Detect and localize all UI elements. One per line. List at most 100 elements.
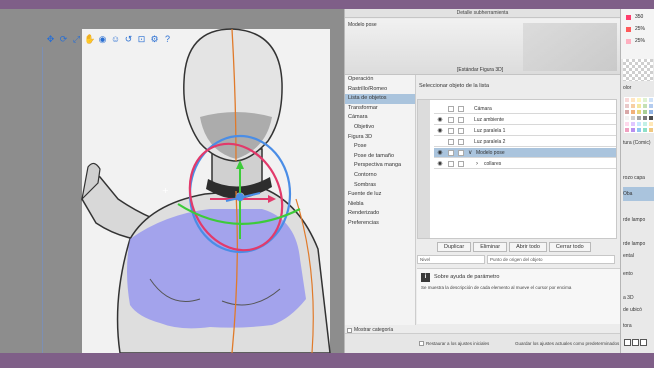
close-all-button[interactable]: Cerrar todo <box>548 242 591 252</box>
row-checkbox[interactable] <box>458 139 464 145</box>
row-checkbox[interactable] <box>458 150 464 156</box>
panel-label: ental <box>623 253 634 259</box>
nav-item[interactable]: Renderizado <box>345 209 415 219</box>
row-checkbox[interactable] <box>448 150 454 156</box>
object-list-row[interactable]: ◉ Luz paralela 1 <box>434 126 616 136</box>
duplicate-button[interactable]: Duplicar <box>437 242 472 252</box>
select-row: Nivel Punto de origen del objeto <box>417 255 621 265</box>
color-swatch[interactable] <box>626 27 631 32</box>
preview-caption: [Estándar Figura 3D] <box>457 67 504 73</box>
visibility-eye-icon[interactable]: ◉ <box>436 159 444 169</box>
object-origin-select[interactable]: Punto de origen del objeto <box>487 255 615 264</box>
nav-item[interactable]: Preferencias <box>345 219 415 229</box>
row-checkbox[interactable] <box>448 117 454 123</box>
preview-thumbnail <box>523 23 617 71</box>
list-button-row: Duplicar Eliminar Abrir todo Cerrar todo <box>437 242 591 252</box>
color-swatch[interactable] <box>626 15 631 20</box>
panel-label: rde lampo <box>623 217 646 223</box>
color-palette <box>624 97 654 133</box>
object-row-label: Cámara <box>474 106 492 112</box>
window-top-bar <box>0 0 654 9</box>
3d-figure-viewport[interactable]: + <box>0 9 344 353</box>
row-checkbox[interactable] <box>448 106 454 112</box>
color-value: 350 <box>635 14 644 20</box>
nav-item[interactable]: Niebla <box>345 200 415 210</box>
nav-item[interactable]: Transformar <box>345 104 415 114</box>
nav-item[interactable]: Figura 3D <box>345 133 415 143</box>
panel-label: tora <box>623 323 632 329</box>
nav-item[interactable]: Fuente de luz <box>345 190 415 200</box>
delete-button[interactable]: Eliminar <box>473 242 508 252</box>
panel-label: olor <box>623 85 632 91</box>
row-checkbox[interactable] <box>448 128 454 134</box>
help-title: Sobre ayuda de parámetro <box>434 274 500 280</box>
nav-item[interactable]: Sombras <box>345 181 415 191</box>
gizmo-center <box>236 193 244 201</box>
object-list-row[interactable]: ◉ Luz ambiente <box>434 115 616 125</box>
row-checkbox[interactable] <box>448 139 454 145</box>
object-list-row[interactable]: Cámara <box>434 104 616 114</box>
object-list-row[interactable]: ◉ › collares <box>434 159 616 169</box>
canvas-area[interactable]: ✥ ⟳ ⤢ ✋ ◉ ☺ ↺ ⊡ ⚙? + <box>0 9 344 353</box>
window-bottom-bar <box>0 353 654 368</box>
save-defaults-link[interactable]: Guardar los ajustes actuales como predet… <box>515 341 619 346</box>
category-nav: Operación Rastrillo/Romeo Lista de objetos… <box>345 75 416 325</box>
object-list-header: Seleccionar objeto de la lista <box>419 83 490 89</box>
visibility-eye-icon[interactable]: ◉ <box>436 148 444 158</box>
preview-label: Modelo pose <box>348 22 377 28</box>
row-checkbox[interactable] <box>458 161 464 167</box>
delete-layer-icon[interactable] <box>632 339 639 346</box>
object-row-label: Luz paralela 1 <box>474 128 506 134</box>
canvas-crosshair: + <box>162 186 169 195</box>
object-list: Cámara ◉ Luz ambiente ◉ Luz paralela 1 Luz pa… <box>417 99 617 239</box>
row-checkbox[interactable] <box>458 128 464 134</box>
level-select[interactable]: Nivel <box>417 255 485 264</box>
list-gutter <box>418 100 430 238</box>
panel-footer: Restaurar a los ajustes iniciales Guarda… <box>345 333 621 353</box>
nav-item[interactable]: Lista de objetos <box>345 94 415 104</box>
row-checkbox[interactable] <box>448 161 454 167</box>
object-list-row[interactable]: Luz paralela 2 <box>434 137 616 147</box>
panel-label: rozo capa <box>623 175 645 181</box>
model-preview: Modelo pose [Estándar Figura 3D] <box>345 19 621 75</box>
show-category-checkbox[interactable] <box>347 327 352 333</box>
panel-label: rde lampo <box>623 241 646 247</box>
transparency-preview <box>623 59 653 81</box>
new-layer-icon[interactable] <box>624 339 631 346</box>
panel-label: ento <box>623 271 633 277</box>
restore-defaults-toggle[interactable]: Restaurar a los ajustes iniciales <box>419 341 489 346</box>
open-all-button[interactable]: Abrir todo <box>509 242 547 252</box>
color-swatch[interactable] <box>626 39 631 44</box>
nav-item[interactable]: Perspectiva manga <box>345 161 415 171</box>
folder-icon[interactable] <box>640 339 647 346</box>
nav-item[interactable]: Objetivo <box>345 123 415 133</box>
expand-arrow-icon[interactable]: ∨ <box>468 148 472 158</box>
info-icon: i <box>421 273 430 282</box>
layer-actions <box>624 339 647 346</box>
object-list-section: Seleccionar objeto de la lista Cámara ◉ Lu… <box>417 75 621 325</box>
object-row-label: Luz paralela 2 <box>474 139 506 145</box>
panel-label: Oba <box>623 191 633 197</box>
color-panel: 350 25% 25% olor tura (Comic) rozo capa Oba rd… <box>620 9 654 353</box>
nav-item[interactable]: Pose de tamaño <box>345 152 415 162</box>
nav-item[interactable]: Contorno <box>345 171 415 181</box>
sub-tool-detail-panel: Detalle subherramienta Modelo pose [Está… <box>344 9 621 353</box>
restore-defaults-label: Restaurar a los ajustes iniciales <box>426 341 490 346</box>
parameter-help-box: i Sobre ayuda de parámetro Se muestra la… <box>417 268 621 324</box>
nav-item[interactable]: Rastrillo/Romeo <box>345 85 415 95</box>
nav-item[interactable]: Cámara <box>345 113 415 123</box>
visibility-eye-icon[interactable]: ◉ <box>436 126 444 136</box>
object-list-row[interactable]: ◉ ∨ Modelo pose <box>434 148 616 158</box>
nav-item[interactable]: Pose <box>345 142 415 152</box>
nav-item[interactable]: Operación <box>345 75 415 85</box>
visibility-eye-icon[interactable]: ◉ <box>436 115 444 125</box>
restore-defaults-checkbox[interactable] <box>419 341 424 346</box>
panel-label: tura (Comic) <box>623 140 651 146</box>
row-checkbox[interactable] <box>458 106 464 112</box>
row-checkbox[interactable] <box>458 117 464 123</box>
color-value: 25% <box>635 26 646 32</box>
panel-label: de ubicó <box>623 307 642 313</box>
expand-arrow-icon[interactable]: › <box>476 159 478 169</box>
palette-swatch[interactable] <box>648 127 654 133</box>
object-row-label: Modelo pose <box>476 150 505 156</box>
